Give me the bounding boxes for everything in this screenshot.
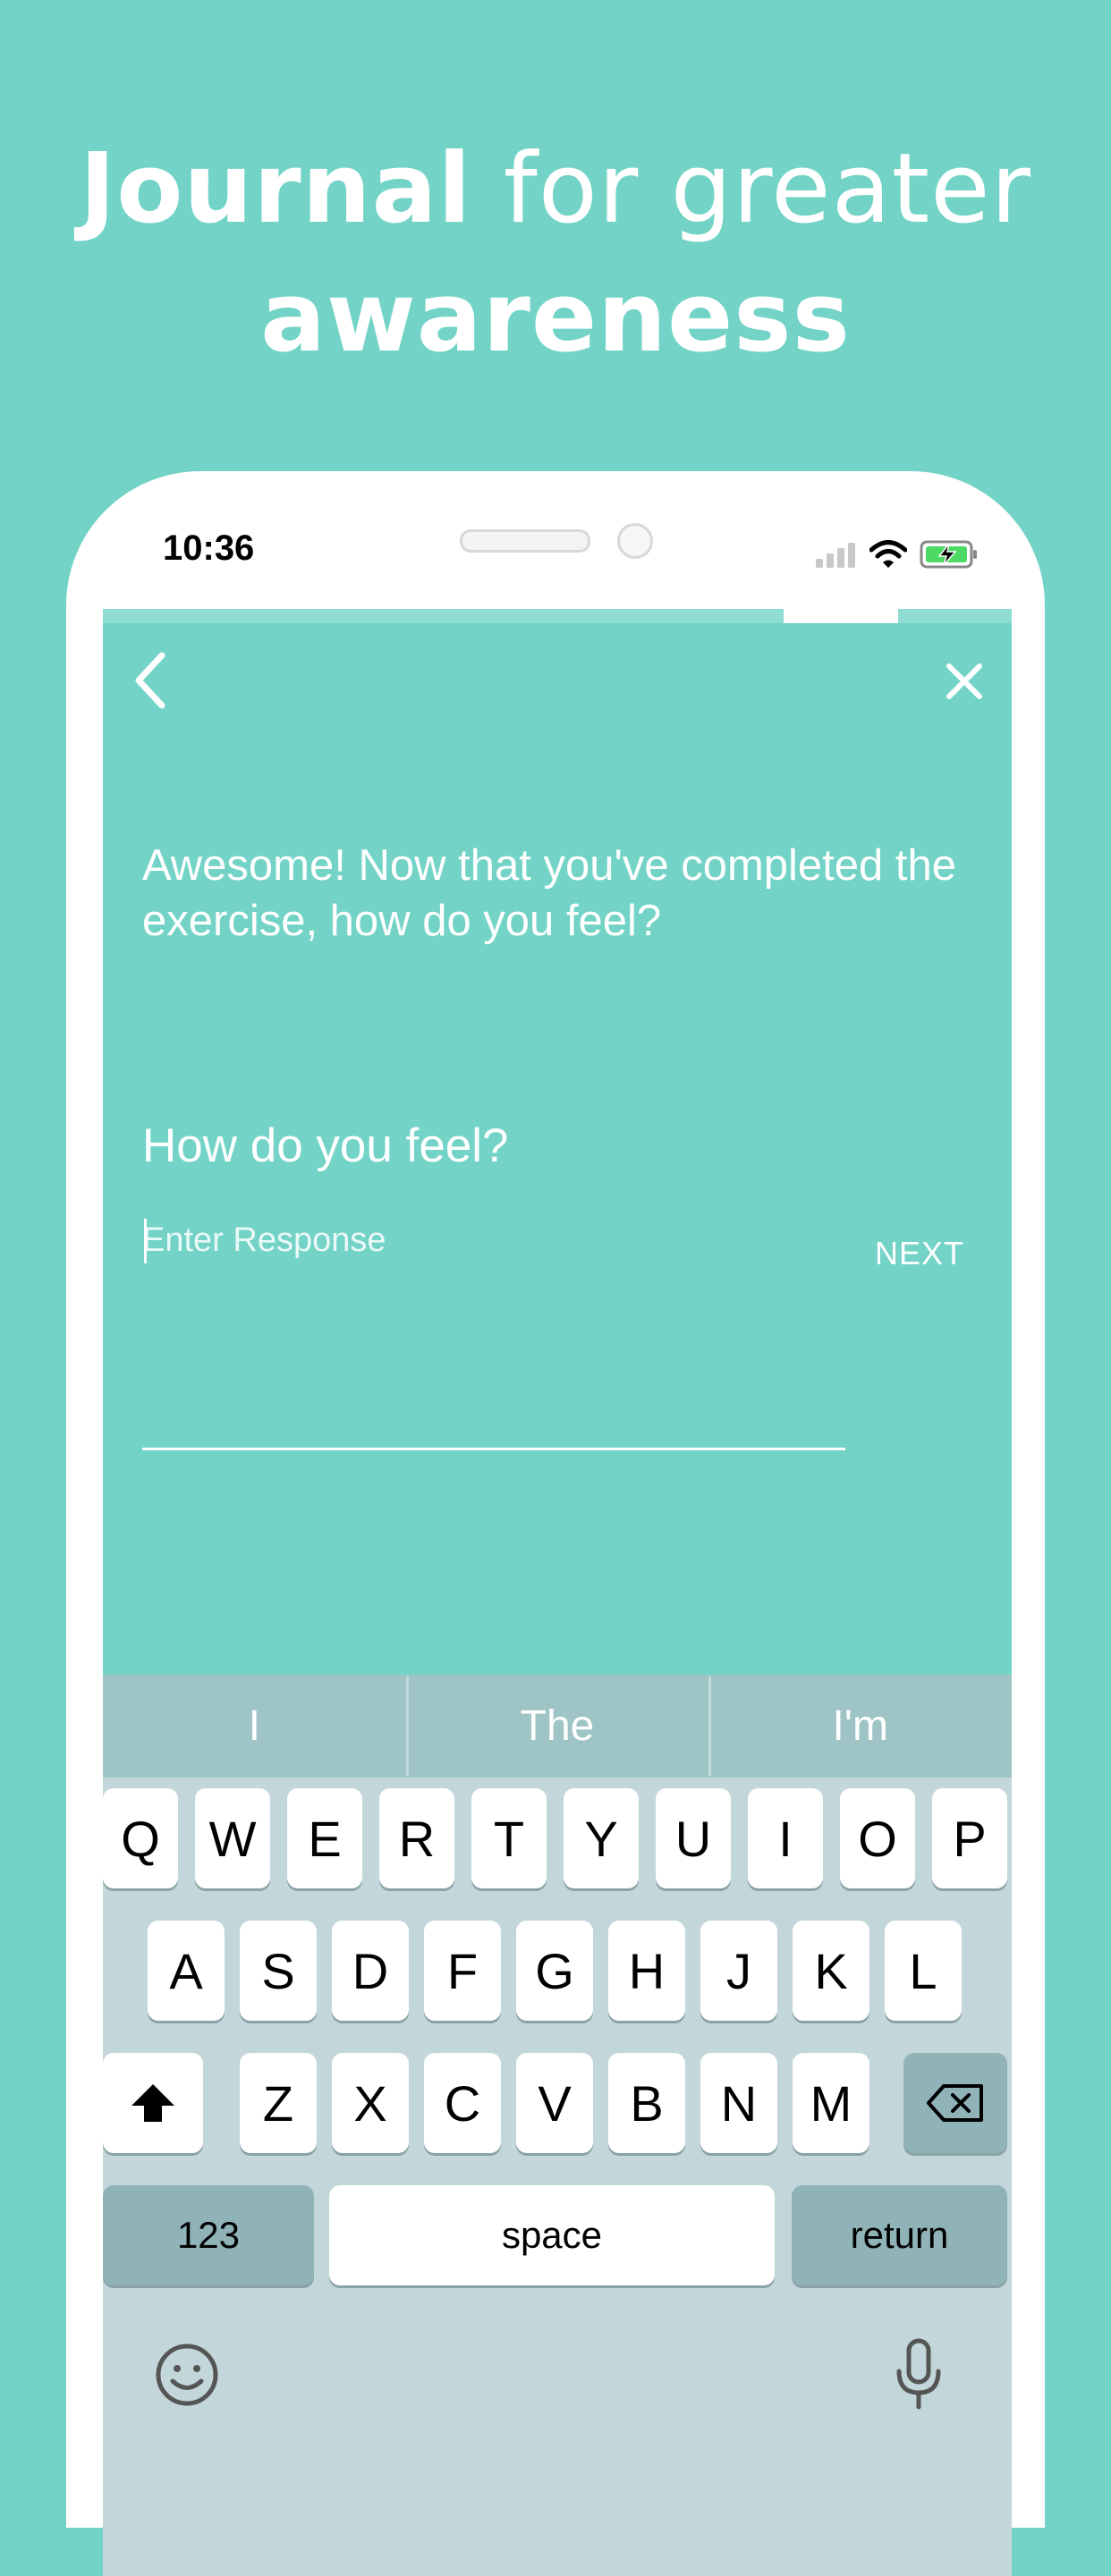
microphone-icon — [896, 2338, 941, 2410]
status-time: 10:36 — [163, 528, 255, 568]
dictation-button[interactable] — [892, 2337, 946, 2417]
shift-arrow-icon — [131, 2084, 174, 2122]
headline-light-text: for greater — [471, 133, 1031, 245]
emoji-icon — [156, 2344, 218, 2406]
key-o[interactable]: O — [840, 1788, 915, 1888]
backspace-icon — [927, 2084, 983, 2122]
phone-speaker — [460, 529, 590, 553]
key-c[interactable]: C — [424, 2053, 501, 2153]
suggestion-item[interactable]: The — [405, 1675, 709, 1778]
key-i[interactable]: I — [748, 1788, 823, 1888]
key-u[interactable]: U — [656, 1788, 731, 1888]
headline-bold-journal: Journal — [80, 133, 472, 245]
emoji-button[interactable] — [153, 2341, 221, 2413]
phone-camera — [617, 523, 653, 559]
space-key[interactable]: space — [329, 2185, 775, 2285]
key-m[interactable]: M — [793, 2053, 869, 2153]
progress-indicator — [784, 609, 898, 623]
key-g[interactable]: G — [516, 1921, 593, 2021]
delete-key[interactable] — [903, 2053, 1007, 2153]
key-p[interactable]: P — [932, 1788, 1007, 1888]
suggestion-item[interactable]: I'm — [708, 1675, 1012, 1778]
key-t[interactable]: T — [471, 1788, 547, 1888]
key-q[interactable]: Q — [103, 1788, 178, 1888]
phone-frame: 10:36 Awesome! Now that you've completed… — [66, 471, 1045, 2576]
battery-charging-icon — [920, 540, 977, 569]
return-key[interactable]: return — [792, 2185, 1007, 2285]
key-b[interactable]: B — [608, 2053, 685, 2153]
journal-prompt: Awesome! Now that you've completed the e… — [142, 841, 956, 945]
journal-screen: Awesome! Now that you've completed the e… — [103, 609, 1012, 2576]
close-icon — [946, 663, 982, 699]
key-z[interactable]: Z — [240, 2053, 317, 2153]
status-icons — [814, 539, 979, 570]
key-r[interactable]: R — [379, 1788, 454, 1888]
key-x[interactable]: X — [332, 2053, 409, 2153]
key-h[interactable]: H — [608, 1921, 685, 2021]
text-caret — [144, 1219, 147, 1263]
key-l[interactable]: L — [885, 1921, 962, 2021]
keyboard: Q W E R T Y U I O P A S D F G H J K L Z … — [103, 1778, 1012, 2576]
question-title: How do you feel? — [142, 1119, 509, 1172]
headline-line-1: Journal for greater — [0, 125, 1111, 254]
shift-key[interactable] — [103, 2053, 203, 2153]
key-e[interactable]: E — [287, 1788, 362, 1888]
response-underline — [142, 1448, 845, 1450]
headline: Journal for greater awareness — [0, 125, 1111, 383]
key-a[interactable]: A — [148, 1921, 225, 2021]
key-j[interactable]: J — [700, 1921, 777, 2021]
close-button[interactable] — [938, 655, 990, 707]
key-v[interactable]: V — [516, 2053, 593, 2153]
chevron-left-icon — [135, 652, 165, 709]
headline-bold-awareness: awareness — [260, 262, 851, 374]
predictive-text-bar: I The I'm — [103, 1675, 1012, 1778]
response-input[interactable] — [142, 1213, 840, 1267]
key-f[interactable]: F — [424, 1921, 501, 2021]
headline-line-2: awareness — [0, 254, 1111, 383]
key-y[interactable]: Y — [564, 1788, 639, 1888]
key-n[interactable]: N — [700, 2053, 777, 2153]
key-d[interactable]: D — [332, 1921, 409, 2021]
numbers-key[interactable]: 123 — [103, 2185, 314, 2285]
next-button[interactable]: NEXT — [875, 1235, 964, 1272]
cellular-signal-icon — [816, 543, 855, 568]
wifi-icon — [869, 540, 907, 568]
suggestion-item[interactable]: I — [103, 1675, 406, 1778]
key-s[interactable]: S — [240, 1921, 317, 2021]
key-k[interactable]: K — [793, 1921, 869, 2021]
back-button[interactable] — [124, 646, 178, 718]
key-w[interactable]: W — [195, 1788, 270, 1888]
